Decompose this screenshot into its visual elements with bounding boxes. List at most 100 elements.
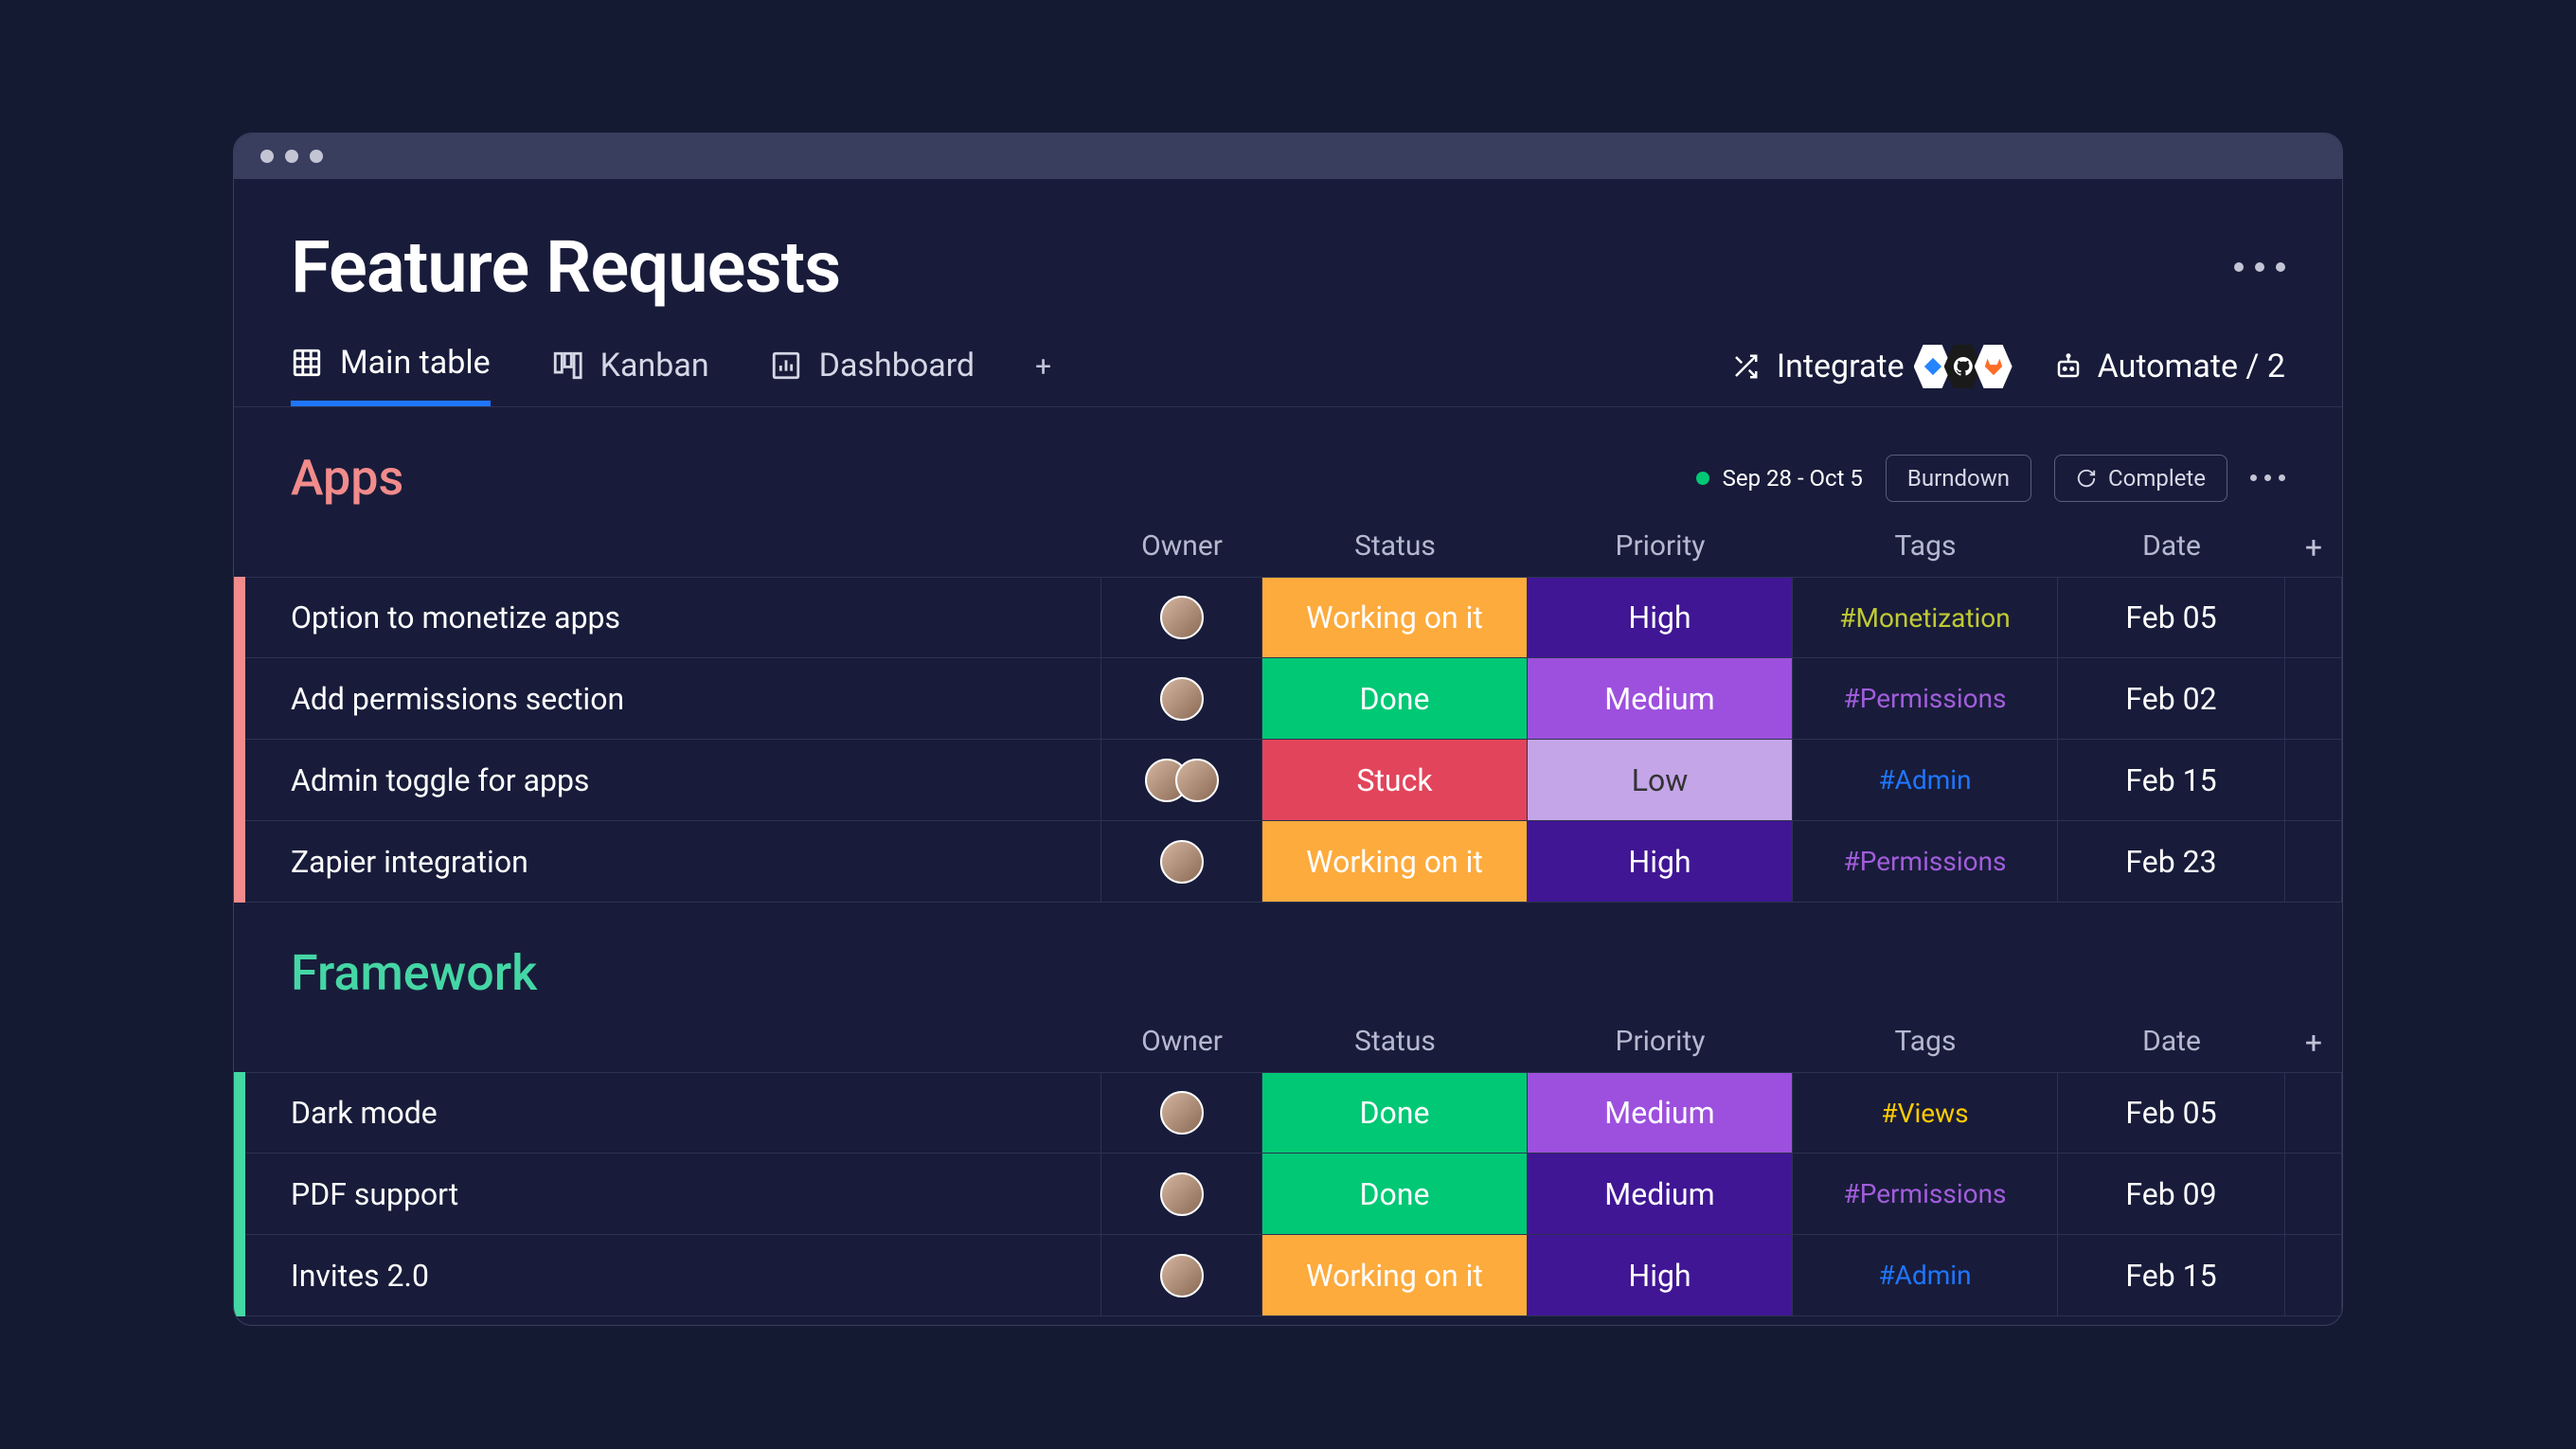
tab-label: Dashboard	[819, 347, 975, 385]
date-cell[interactable]: Feb 15	[2058, 1235, 2285, 1315]
page-more-menu[interactable]	[2234, 262, 2285, 272]
row-handle[interactable]	[245, 578, 262, 657]
owner-cell[interactable]	[1101, 1073, 1262, 1153]
row-handle[interactable]	[245, 1073, 262, 1153]
date-cell[interactable]: Feb 05	[2058, 578, 2285, 657]
owner-cell[interactable]	[1101, 1154, 1262, 1234]
priority-cell[interactable]: Medium	[1528, 1073, 1793, 1153]
table-row[interactable]: Dark mode Done Medium #Views Feb 05	[245, 1072, 2342, 1154]
add-view-button[interactable]: +	[1035, 350, 1051, 401]
tab-main-table[interactable]: Main table	[291, 344, 491, 406]
item-name-cell[interactable]: Admin toggle for apps	[262, 740, 1101, 820]
table-row[interactable]: Zapier integration Working on it High #P…	[245, 821, 2342, 903]
row-handle[interactable]	[245, 821, 262, 902]
group-title[interactable]: Apps	[291, 449, 403, 507]
status-cell[interactable]: Working on it	[1262, 578, 1528, 657]
item-name-cell[interactable]: PDF support	[262, 1154, 1101, 1234]
window-min-dot[interactable]	[285, 150, 298, 163]
window-max-dot[interactable]	[310, 150, 323, 163]
chart-icon	[770, 349, 802, 382]
add-column-button[interactable]: +	[2285, 518, 2342, 577]
burndown-button[interactable]: Burndown	[1886, 455, 2031, 502]
avatar[interactable]	[1175, 759, 1219, 802]
date-cell[interactable]: Feb 09	[2058, 1154, 2285, 1234]
owner-cell[interactable]	[1101, 1235, 1262, 1315]
table-row[interactable]: PDF support Done Medium #Permissions Feb…	[245, 1154, 2342, 1235]
avatar[interactable]	[1160, 1172, 1204, 1216]
date-cell[interactable]: Feb 15	[2058, 740, 2285, 820]
owner-cell[interactable]	[1101, 821, 1262, 902]
date-cell[interactable]: Feb 05	[2058, 1073, 2285, 1153]
column-header[interactable]: Owner	[1101, 518, 1262, 577]
tags-cell[interactable]: #Admin	[1793, 1235, 2058, 1315]
group-more-menu[interactable]	[2250, 474, 2285, 481]
table-row[interactable]: Admin toggle for apps Stuck Low #Admin F…	[245, 740, 2342, 821]
status-cell[interactable]: Stuck	[1262, 740, 1528, 820]
tags-cell[interactable]: #Monetization	[1793, 578, 2058, 657]
column-header[interactable]: Tags	[1793, 518, 2058, 577]
item-name-cell[interactable]: Invites 2.0	[262, 1235, 1101, 1315]
table-body: Dark mode Done Medium #Views Feb 05 PDF …	[234, 1072, 2342, 1316]
row-handle[interactable]	[245, 740, 262, 820]
column-header[interactable]: Priority	[1528, 518, 1793, 577]
window-close-dot[interactable]	[260, 150, 274, 163]
owner-cell[interactable]	[1101, 578, 1262, 657]
priority-cell[interactable]: High	[1528, 821, 1793, 902]
table-row[interactable]: Add permissions section Done Medium #Per…	[245, 658, 2342, 740]
priority-cell[interactable]: Medium	[1528, 1154, 1793, 1234]
status-cell[interactable]: Done	[1262, 658, 1528, 739]
avatar[interactable]	[1160, 677, 1204, 721]
avatar[interactable]	[1160, 1254, 1204, 1297]
row-end-cell	[2285, 821, 2342, 902]
row-handle[interactable]	[245, 1154, 262, 1234]
status-cell[interactable]: Done	[1262, 1154, 1528, 1234]
avatar[interactable]	[1160, 1091, 1204, 1135]
add-column-button[interactable]: +	[2285, 1013, 2342, 1072]
page-header: Feature Requests	[234, 224, 2342, 344]
group-controls: Sep 28 - Oct 5 Burndown Complete	[1696, 455, 2285, 502]
priority-cell[interactable]: Medium	[1528, 658, 1793, 739]
table-row[interactable]: Option to monetize apps Working on it Hi…	[245, 577, 2342, 658]
column-header[interactable]: Status	[1262, 518, 1528, 577]
integrate-button[interactable]: Integrate	[1731, 345, 2012, 388]
owner-cell[interactable]	[1101, 740, 1262, 820]
tags-cell[interactable]: #Permissions	[1793, 1154, 2058, 1234]
date-cell[interactable]: Feb 23	[2058, 821, 2285, 902]
owner-cell[interactable]	[1101, 658, 1262, 739]
item-name-cell[interactable]: Add permissions section	[262, 658, 1101, 739]
status-cell[interactable]: Working on it	[1262, 1235, 1528, 1315]
priority-cell[interactable]: High	[1528, 578, 1793, 657]
column-header[interactable]: Tags	[1793, 1013, 2058, 1072]
column-header[interactable]: Status	[1262, 1013, 1528, 1072]
priority-cell[interactable]: High	[1528, 1235, 1793, 1315]
status-dot-icon	[1696, 472, 1709, 485]
tab-kanban[interactable]: Kanban	[551, 347, 709, 403]
row-end-cell	[2285, 658, 2342, 739]
sprint-chip[interactable]: Sep 28 - Oct 5	[1696, 465, 1863, 492]
tab-dashboard[interactable]: Dashboard	[770, 347, 975, 403]
avatar[interactable]	[1160, 596, 1204, 639]
tags-cell[interactable]: #Permissions	[1793, 821, 2058, 902]
automate-button[interactable]: Automate / 2	[2054, 348, 2285, 385]
group-title[interactable]: Framework	[291, 944, 537, 1002]
status-cell[interactable]: Done	[1262, 1073, 1528, 1153]
column-header[interactable]: Priority	[1528, 1013, 1793, 1072]
table-row[interactable]: Invites 2.0 Working on it High #Admin Fe…	[245, 1235, 2342, 1316]
tags-cell[interactable]: #Views	[1793, 1073, 2058, 1153]
item-name-cell[interactable]: Dark mode	[262, 1073, 1101, 1153]
priority-cell[interactable]: Low	[1528, 740, 1793, 820]
tags-cell[interactable]: #Permissions	[1793, 658, 2058, 739]
complete-button[interactable]: Complete	[2054, 455, 2227, 502]
avatar[interactable]	[1160, 840, 1204, 884]
column-header[interactable]: Owner	[1101, 1013, 1262, 1072]
item-name-cell[interactable]: Zapier integration	[262, 821, 1101, 902]
item-name-cell[interactable]: Option to monetize apps	[262, 578, 1101, 657]
row-end-cell	[2285, 578, 2342, 657]
row-handle[interactable]	[245, 658, 262, 739]
column-header[interactable]: Date	[2058, 518, 2285, 577]
tags-cell[interactable]: #Admin	[1793, 740, 2058, 820]
row-handle[interactable]	[245, 1235, 262, 1315]
column-header[interactable]: Date	[2058, 1013, 2285, 1072]
status-cell[interactable]: Working on it	[1262, 821, 1528, 902]
date-cell[interactable]: Feb 02	[2058, 658, 2285, 739]
